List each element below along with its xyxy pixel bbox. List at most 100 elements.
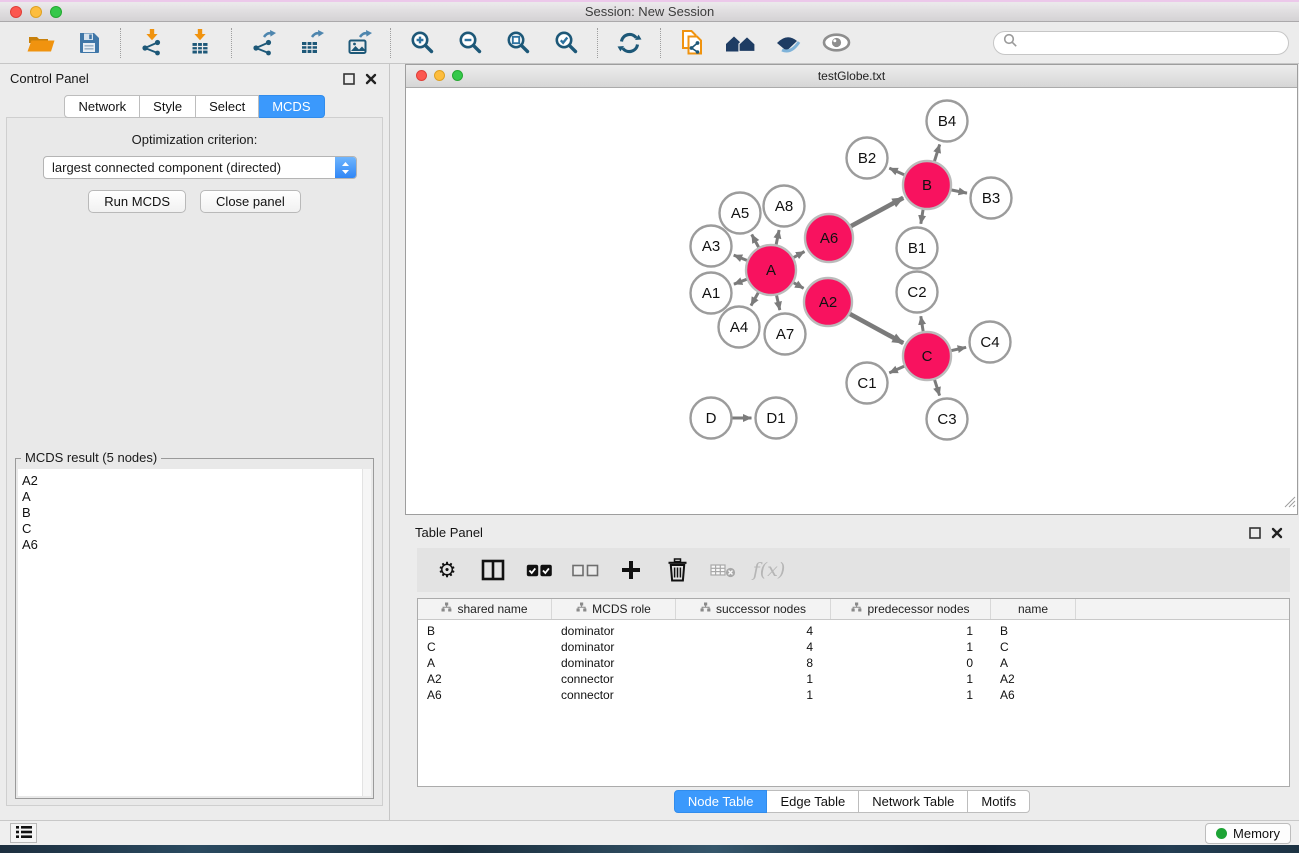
table-cell: A — [991, 656, 1076, 670]
table-cell: 1 — [676, 672, 831, 686]
table-header-row: shared nameMCDS rolesuccessor nodesprede… — [418, 599, 1289, 620]
table-cell: dominator — [552, 656, 676, 670]
svg-text:C4: C4 — [980, 334, 999, 351]
criterion-dropdown[interactable]: largest connected component (directed) — [43, 156, 357, 179]
list-icon — [16, 825, 32, 842]
deselect-all-icon[interactable] — [569, 553, 601, 587]
refresh-icon[interactable] — [610, 27, 648, 59]
column-header-shared-name[interactable]: shared name — [418, 599, 552, 619]
export-image-icon[interactable] — [340, 27, 378, 59]
table-cell: 1 — [831, 672, 991, 686]
import-table-icon[interactable] — [181, 27, 219, 59]
network-maximize-button[interactable] — [452, 70, 463, 81]
svg-text:A6: A6 — [820, 230, 838, 247]
table-cell: B — [418, 624, 552, 638]
table-tabs: Node TableEdge TableNetwork TableMotifs — [405, 790, 1299, 813]
add-icon[interactable] — [615, 553, 647, 587]
delete-table-icon[interactable] — [707, 553, 739, 587]
mcds-result-item[interactable]: A — [22, 489, 363, 505]
search-input[interactable] — [1023, 34, 1279, 51]
control-panel-window-buttons — [342, 72, 377, 85]
select-all-icon[interactable] — [523, 553, 555, 587]
application-window: Session: New Session Control Panel Netwo… — [0, 0, 1299, 853]
table-cell: dominator — [552, 624, 676, 638]
table-row[interactable]: Bdominator41B — [418, 623, 1289, 639]
mcds-result-box: MCDS result (5 nodes) A2ABCA6 — [15, 458, 374, 799]
control-panel: Control Panel NetworkStyleSelectMCDS Opt… — [0, 64, 390, 820]
tab-motifs[interactable]: Motifs — [968, 790, 1030, 813]
export-table-icon[interactable] — [292, 27, 330, 59]
column-view-icon[interactable] — [477, 553, 509, 587]
table-panel-window-buttons — [1248, 526, 1283, 539]
column-header-successor-nodes[interactable]: successor nodes — [676, 599, 831, 619]
close-panel-icon[interactable] — [364, 72, 377, 85]
save-session-icon[interactable] — [70, 27, 108, 59]
tab-select[interactable]: Select — [196, 95, 259, 118]
close-table-panel-icon[interactable] — [1270, 526, 1283, 539]
optimization-criterion-label: Optimization criterion: — [7, 132, 382, 147]
table-cell: 1 — [831, 624, 991, 638]
task-history-button[interactable] — [10, 823, 37, 843]
column-header-mcds-role[interactable]: MCDS role — [552, 599, 676, 619]
network-close-button[interactable] — [416, 70, 427, 81]
float-panel-icon[interactable] — [342, 72, 355, 85]
close-panel-button[interactable]: Close panel — [200, 190, 301, 213]
column-tree-icon — [441, 602, 452, 616]
function-icon[interactable]: f(x) — [753, 553, 785, 587]
svg-text:B: B — [922, 177, 932, 194]
table-cell: B — [991, 624, 1076, 638]
table-row[interactable]: A2connector11A2 — [418, 671, 1289, 687]
tab-mcds[interactable]: MCDS — [259, 95, 324, 118]
column-header-predecessor-nodes[interactable]: predecessor nodes — [831, 599, 991, 619]
mcds-result-item[interactable]: A2 — [22, 473, 363, 489]
svg-text:B2: B2 — [858, 150, 876, 167]
memory-button[interactable]: Memory — [1205, 823, 1291, 844]
run-mcds-button[interactable]: Run MCDS — [88, 190, 186, 213]
column-header-name[interactable]: name — [991, 599, 1076, 619]
session-title: Session: New Session — [0, 4, 1299, 19]
table-row[interactable]: Adominator80A — [418, 655, 1289, 671]
svg-text:A2: A2 — [819, 294, 837, 311]
zoom-in-icon[interactable] — [403, 27, 441, 59]
open-session-icon[interactable] — [22, 27, 60, 59]
tab-style[interactable]: Style — [140, 95, 196, 118]
clone-network-icon[interactable] — [673, 27, 711, 59]
search-box[interactable] — [993, 31, 1289, 55]
tab-edge-table[interactable]: Edge Table — [767, 790, 859, 813]
zoom-fit-icon[interactable] — [499, 27, 537, 59]
import-network-icon[interactable] — [133, 27, 171, 59]
show-graphics-details-icon[interactable] — [769, 27, 807, 59]
column-header-filler — [1076, 599, 1289, 619]
table-cell: A2 — [418, 672, 552, 686]
home-icon[interactable] — [721, 27, 759, 59]
tab-network-table[interactable]: Network Table — [859, 790, 968, 813]
float-table-panel-icon[interactable] — [1248, 526, 1261, 539]
resize-grip[interactable] — [1283, 495, 1296, 513]
mcds-result-item[interactable]: B — [22, 505, 363, 521]
export-network-icon[interactable] — [244, 27, 282, 59]
zoom-selected-icon[interactable] — [547, 27, 585, 59]
network-canvas[interactable]: A5A8A3A1A4A7B4B2B3B1C2C4C1C3DD1AA6A2BC — [406, 88, 1297, 514]
tab-node-table[interactable]: Node Table — [674, 790, 768, 813]
svg-text:B3: B3 — [982, 190, 1000, 207]
mcds-result-item[interactable]: A6 — [22, 537, 363, 553]
svg-text:B4: B4 — [938, 113, 956, 130]
mcds-result-list[interactable]: A2ABCA6 — [18, 469, 363, 796]
tab-network[interactable]: Network — [64, 95, 140, 118]
network-minimize-button[interactable] — [434, 70, 445, 81]
column-tree-icon — [700, 602, 711, 616]
result-scrollbar[interactable] — [362, 469, 371, 796]
toolbar-group — [121, 28, 232, 58]
table-row[interactable]: A6connector11A6 — [418, 687, 1289, 703]
table-row[interactable]: Cdominator41C — [418, 639, 1289, 655]
zoom-out-icon[interactable] — [451, 27, 489, 59]
toolbar-group — [598, 28, 661, 58]
gear-icon[interactable]: ⚙ — [431, 553, 463, 587]
mcds-result-item[interactable]: C — [22, 521, 363, 537]
table-cell: A6 — [418, 688, 552, 702]
svg-text:C2: C2 — [907, 284, 926, 301]
node-table[interactable]: shared nameMCDS rolesuccessor nodesprede… — [417, 598, 1290, 787]
svg-text:A8: A8 — [775, 198, 793, 215]
hide-graphics-details-icon[interactable] — [817, 27, 855, 59]
delete-icon[interactable] — [661, 553, 693, 587]
